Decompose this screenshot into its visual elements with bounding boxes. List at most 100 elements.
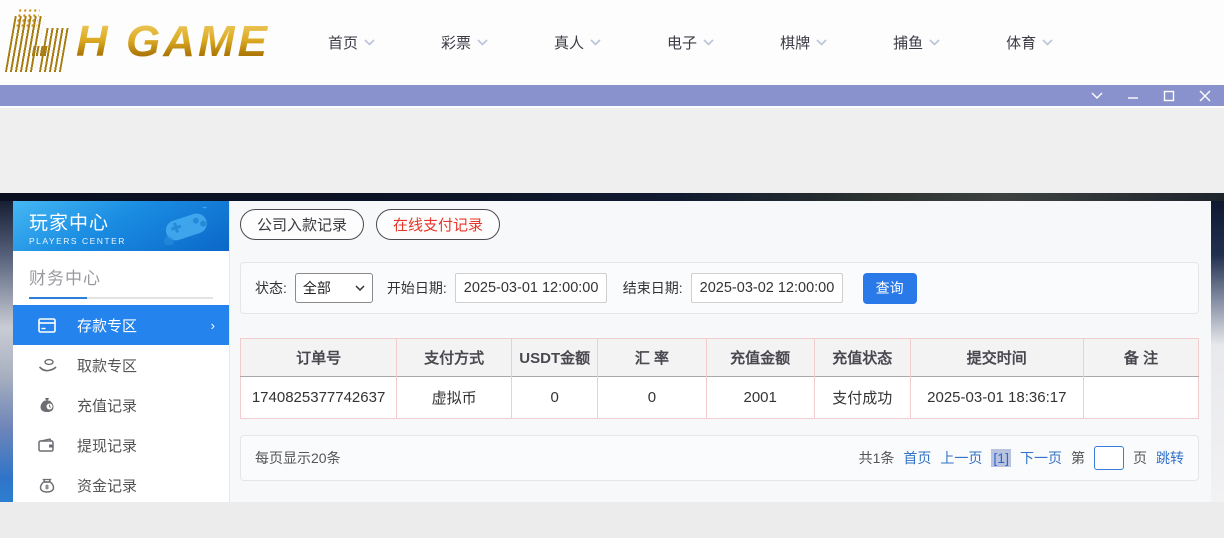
payment-records-table: 订单号 支付方式 USDT金额 汇 率 充值金额 充值状态 提交时间 备 注 1… — [240, 338, 1199, 419]
query-button[interactable]: 查询 — [863, 273, 917, 304]
tab-company-deposit-records[interactable]: 公司入款记录 — [240, 209, 364, 240]
jump-prefix-text: 第 — [1071, 448, 1085, 468]
page-bottom-strip — [0, 502, 1224, 538]
pagination-bar: 每页显示20条 共1条 首页 上一页 [1] 下一页 第 页 跳转 — [240, 435, 1199, 481]
chevron-down-icon — [364, 39, 375, 46]
players-center-header: 玩家中心 PLAYERS CENTER — [13, 201, 229, 251]
prev-page-link[interactable]: 上一页 — [940, 448, 982, 468]
panel-left-border — [0, 201, 13, 502]
window-close-button[interactable] — [1196, 88, 1214, 104]
sidebar-item-label: 提现记录 — [77, 435, 137, 456]
nav-item-fishing[interactable]: 捕鱼 — [893, 32, 940, 53]
next-page-link[interactable]: 下一页 — [1020, 448, 1062, 468]
logo-striped-h — [5, 14, 77, 72]
status-label: 状态: — [255, 278, 287, 298]
chevron-down-icon — [929, 39, 940, 46]
sidebar-item-withdrawal-records[interactable]: 提现记录 — [13, 425, 229, 465]
table-row: 1740825377742637 虚拟币 0 0 2001 支付成功 2025-… — [241, 377, 1199, 419]
total-count-text: 共1条 — [859, 448, 895, 468]
col-payment-method: 支付方式 — [397, 339, 512, 377]
jump-button[interactable]: 跳转 — [1156, 448, 1184, 468]
end-date-input[interactable] — [691, 273, 843, 303]
jump-suffix-text: 页 — [1133, 448, 1147, 468]
sidebar-item-label: 取款专区 — [77, 355, 137, 376]
coin-purse-icon — [37, 478, 57, 493]
minimize-icon — [1127, 90, 1139, 102]
finance-center-label: 财务中心 — [29, 264, 213, 289]
sidebar-item-label: 资金记录 — [77, 475, 137, 496]
first-page-link[interactable]: 首页 — [903, 448, 931, 468]
hand-coin-icon — [37, 358, 57, 372]
cell-recharge-amount: 2001 — [706, 377, 814, 419]
record-tabs: 公司入款记录 在线支付记录 — [240, 209, 1199, 240]
current-page-indicator[interactable]: [1] — [991, 449, 1011, 467]
status-select[interactable]: 全部 — [295, 273, 373, 303]
cell-usdt-amount: 0 — [512, 377, 598, 419]
cell-recharge-status: 支付成功 — [814, 377, 910, 419]
col-exchange-rate: 汇 率 — [598, 339, 706, 377]
top-header: H GAME 首页 彩票 真人 电子 棋牌 捕鱼 体育 — [0, 0, 1224, 85]
table-header-row: 订单号 支付方式 USDT金额 汇 率 充值金额 充值状态 提交时间 备 注 — [241, 339, 1199, 377]
panel-right-border — [1211, 201, 1224, 502]
nav-item-home[interactable]: 首页 — [328, 32, 375, 53]
chevron-down-icon — [816, 39, 827, 46]
page-size-text: 每页显示20条 — [255, 448, 341, 468]
money-bag-icon — [37, 397, 57, 413]
wallet-icon — [37, 438, 57, 452]
close-icon — [1199, 90, 1211, 102]
finance-center-section: 财务中心 — [13, 251, 229, 299]
content-area: 公司入款记录 在线支付记录 状态: 全部 开始日期: 结束日期: 查询 订单号 — [230, 201, 1211, 502]
sidebar: 玩家中心 PLAYERS CENTER 财务中心 — [13, 201, 230, 502]
chevron-down-icon — [703, 39, 714, 46]
cell-order-number: 1740825377742637 — [241, 377, 397, 419]
jump-page-input[interactable] — [1094, 446, 1124, 470]
col-submit-time: 提交时间 — [910, 339, 1083, 377]
logo-dots-decoration — [15, 8, 41, 28]
filter-bar: 状态: 全部 开始日期: 结束日期: 查询 — [240, 262, 1199, 314]
window-minimize-button[interactable] — [1124, 88, 1142, 104]
col-order-number: 订单号 — [241, 339, 397, 377]
sidebar-item-label: 充值记录 — [77, 395, 137, 416]
nav-item-sports[interactable]: 体育 — [1006, 32, 1053, 53]
main-nav: 首页 彩票 真人 电子 棋牌 捕鱼 体育 — [328, 32, 1053, 53]
chevron-down-icon — [1091, 92, 1103, 100]
start-date-label: 开始日期: — [387, 278, 447, 298]
sidebar-item-label: 存款专区 — [77, 315, 137, 336]
col-usdt-amount: USDT金额 — [512, 339, 598, 377]
sidebar-menu: 存款专区 › 取款专区 充值记录 提现记录 — [13, 305, 229, 502]
window-dropdown-button[interactable] — [1088, 88, 1106, 104]
col-remark: 备 注 — [1084, 339, 1199, 377]
cell-remark — [1084, 377, 1199, 419]
window-titlebar — [0, 85, 1224, 108]
gamepad-icon — [157, 207, 215, 245]
chevron-down-icon — [590, 39, 601, 46]
cell-submit-time: 2025-03-01 18:36:17 — [910, 377, 1083, 419]
sidebar-item-withdraw-zone[interactable]: 取款专区 — [13, 345, 229, 385]
sidebar-item-fund-records[interactable]: 资金记录 — [13, 465, 229, 502]
sidebar-item-recharge-records[interactable]: 充值记录 — [13, 385, 229, 425]
logo-text: H GAME — [76, 20, 270, 72]
sidebar-item-deposit-zone[interactable]: 存款专区 › — [13, 305, 229, 345]
section-underline — [29, 297, 213, 299]
tab-online-payment-records[interactable]: 在线支付记录 — [376, 209, 500, 240]
chevron-down-icon — [355, 285, 365, 291]
panel-top-border — [0, 193, 1224, 201]
chevron-down-icon — [477, 39, 488, 46]
col-recharge-status: 充值状态 — [814, 339, 910, 377]
start-date-input[interactable] — [455, 273, 607, 303]
bank-card-icon — [37, 318, 57, 333]
cell-payment-method: 虚拟币 — [397, 377, 512, 419]
nav-item-lottery[interactable]: 彩票 — [441, 32, 488, 53]
pagination-controls: 共1条 首页 上一页 [1] 下一页 第 页 跳转 — [859, 446, 1184, 470]
nav-item-chess[interactable]: 棋牌 — [780, 32, 827, 53]
chevron-down-icon — [1042, 39, 1053, 46]
end-date-label: 结束日期: — [623, 278, 683, 298]
nav-item-slots[interactable]: 电子 — [667, 32, 714, 53]
col-recharge-amount: 充值金额 — [706, 339, 814, 377]
chevron-right-icon: › — [211, 318, 215, 333]
window-maximize-button[interactable] — [1160, 88, 1178, 104]
site-logo[interactable]: H GAME — [10, 14, 272, 72]
main-panel: 玩家中心 PLAYERS CENTER 财务中心 — [0, 201, 1224, 502]
nav-item-live[interactable]: 真人 — [554, 32, 601, 53]
maximize-icon — [1163, 90, 1175, 102]
